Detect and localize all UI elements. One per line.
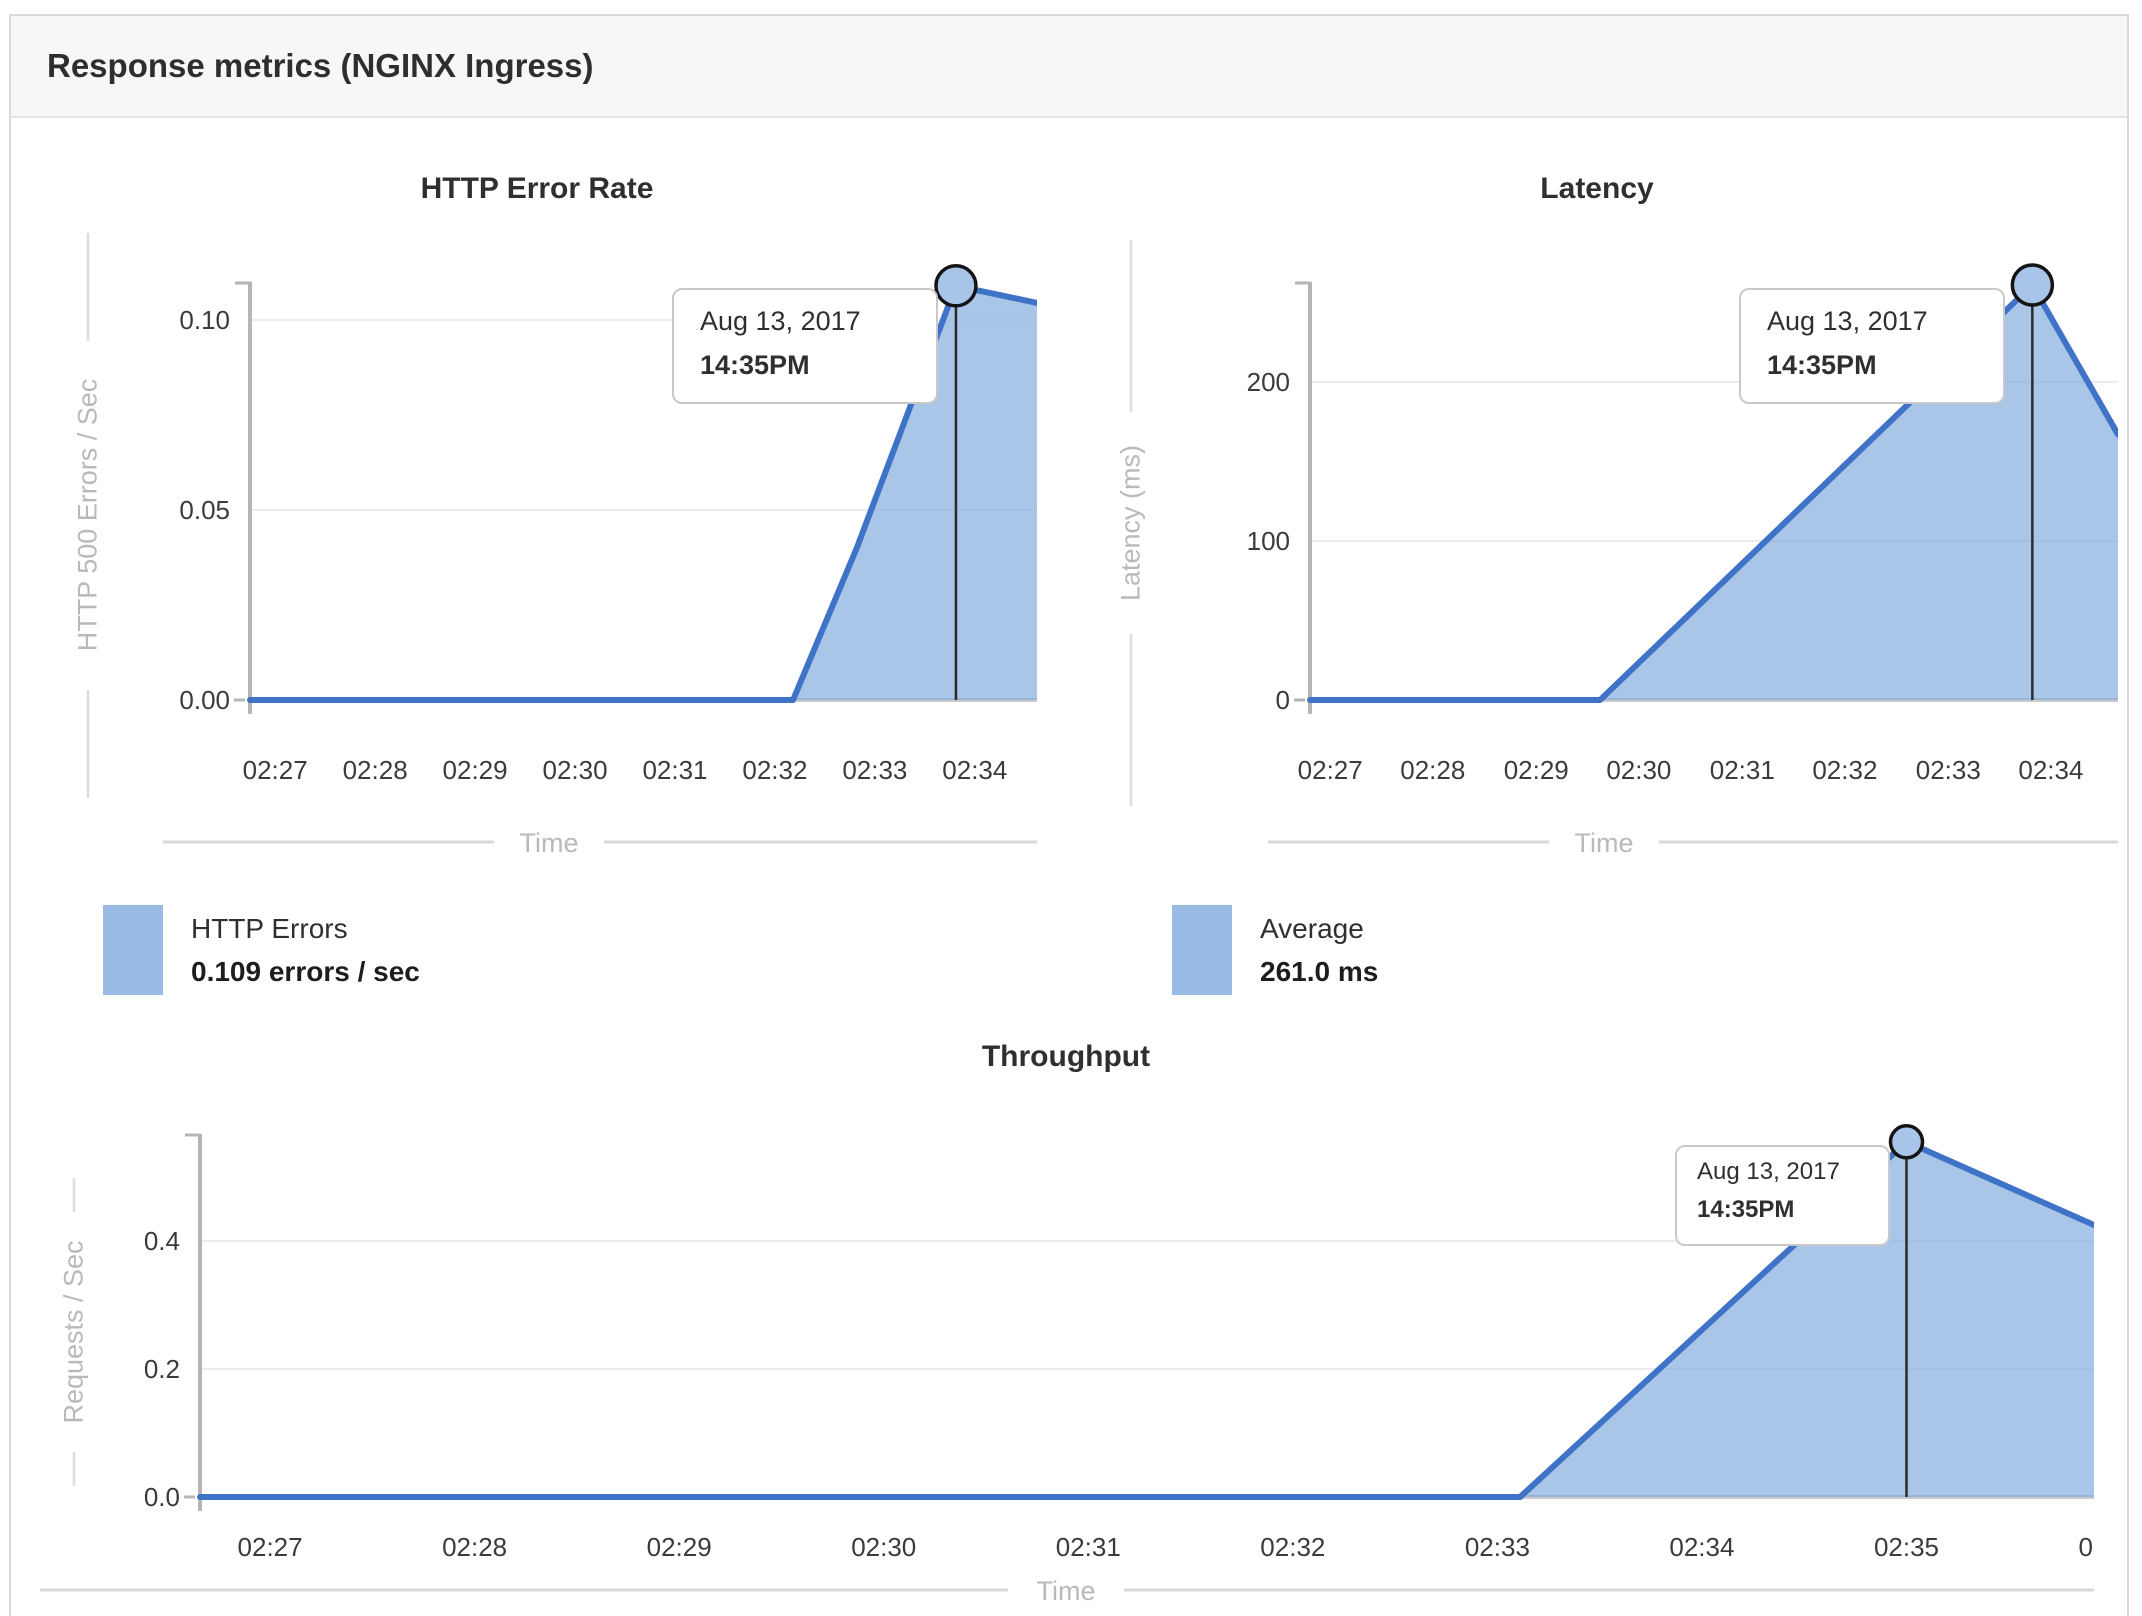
svg-text:02:31: 02:31 <box>642 755 707 785</box>
latency-plot-area[interactable]: 200 100 0 02:27 02:28 02:29 02:30 02:31 02:32 02:… <box>1247 263 2142 858</box>
svg-text:02:35: 02:35 <box>1874 1532 1939 1562</box>
svg-text:02:30: 02:30 <box>1606 755 1671 785</box>
svg-text:0.00: 0.00 <box>179 685 230 715</box>
legend-label: Average <box>1260 912 1364 944</box>
legend-value: 261.0 ms <box>1260 955 1379 987</box>
tooltip-date: Aug 13, 2017 <box>1697 1158 1840 1185</box>
tooltip-time: 14:35PM <box>700 350 810 380</box>
y-axis-title-latency-ms: Latency (ms) <box>1115 444 1146 602</box>
svg-text:02:30: 02:30 <box>542 755 607 785</box>
tooltip-time: 14:35PM <box>1767 350 1877 380</box>
svg-text:0.10: 0.10 <box>179 305 230 335</box>
legend-http-errors: HTTP Errors 0.109 errors / sec <box>103 905 420 995</box>
svg-text:02:30: 02:30 <box>851 1532 916 1562</box>
legend-swatch-icon <box>103 905 163 995</box>
svg-text:02:31: 02:31 <box>1056 1532 1121 1562</box>
tooltip-throughput: Aug 13, 2017 14:35PM <box>1675 1145 1890 1246</box>
tooltip-latency: Aug 13, 2017 14:35PM <box>1739 288 2005 404</box>
http-error-rate-plot-area[interactable]: 0.10 0.05 0.00 02:27 02:28 02:29 02:30 02:31 02:… <box>163 264 1107 858</box>
legend-average-latency: Average 261.0 ms <box>1172 905 1378 995</box>
tooltip-time: 14:35PM <box>1697 1196 1795 1223</box>
svg-text:02:33: 02:33 <box>842 755 907 785</box>
svg-text:02:28: 02:28 <box>442 1532 507 1562</box>
svg-text:02:33: 02:33 <box>1916 755 1981 785</box>
svg-text:02:29: 02:29 <box>647 1532 712 1562</box>
svg-text:02:34: 02:34 <box>942 755 1007 785</box>
svg-text:02:31: 02:31 <box>1710 755 1775 785</box>
tooltip-date: Aug 13, 2017 <box>1767 306 1928 336</box>
svg-text:02:33: 02:33 <box>1465 1532 1530 1562</box>
svg-text:02:36: 02:36 <box>2079 1532 2142 1562</box>
svg-text:02:32: 02:32 <box>1812 755 1877 785</box>
svg-text:200: 200 <box>1247 367 1290 397</box>
legend-swatch-icon <box>1172 905 1232 995</box>
svg-text:02:35: 02:35 <box>2122 755 2142 785</box>
y-axis-title-http-500-errors: HTTP 500 Errors / Sec <box>72 378 103 652</box>
svg-text:02:28: 02:28 <box>343 755 408 785</box>
svg-text:0: 0 <box>1276 685 1290 715</box>
charts-canvas: 0.100.050.0002:27 02:28 02:29 02:30 02:31 02:… <box>40 233 2142 1606</box>
svg-text:Time: Time <box>1575 828 1634 858</box>
chart-title-http-error-rate: HTTP Error Rate <box>420 172 654 205</box>
svg-text:02:34: 02:34 <box>2018 755 2083 785</box>
chart-title-throughput: Throughput <box>981 1040 1151 1073</box>
svg-text:02:35: 02:35 <box>1042 755 1107 785</box>
legend-value: 0.109 errors / sec <box>191 955 420 987</box>
tooltip-http-error-rate: Aug 13, 2017 14:35PM <box>672 288 938 404</box>
chart-title-latency: Latency <box>1540 172 1654 205</box>
svg-text:02:27: 02:27 <box>238 1532 303 1562</box>
legend-label: HTTP Errors <box>191 912 348 944</box>
svg-text:100: 100 <box>1247 526 1290 556</box>
svg-text:0.4: 0.4 <box>144 1226 180 1256</box>
svg-text:Time: Time <box>1037 1576 1096 1606</box>
svg-text:02:27: 02:27 <box>1298 755 1363 785</box>
svg-text:0.2: 0.2 <box>144 1354 180 1384</box>
response-metrics-page: { "panel": { "title": "Response metrics … <box>0 0 2142 1616</box>
svg-text:02:29: 02:29 <box>1504 755 1569 785</box>
y-axis-title-requests-per-sec: Requests / Sec <box>58 1240 89 1424</box>
svg-text:02:32: 02:32 <box>1260 1532 1325 1562</box>
svg-text:02:32: 02:32 <box>742 755 807 785</box>
svg-text:02:34: 02:34 <box>1669 1532 1734 1562</box>
tooltip-date: Aug 13, 2017 <box>700 306 861 336</box>
svg-text:02:28: 02:28 <box>1400 755 1465 785</box>
svg-text:0.0: 0.0 <box>144 1482 180 1512</box>
svg-text:02:27: 02:27 <box>243 755 308 785</box>
svg-text:Time: Time <box>520 828 579 858</box>
svg-text:02:29: 02:29 <box>443 755 508 785</box>
svg-text:0.05: 0.05 <box>179 495 230 525</box>
